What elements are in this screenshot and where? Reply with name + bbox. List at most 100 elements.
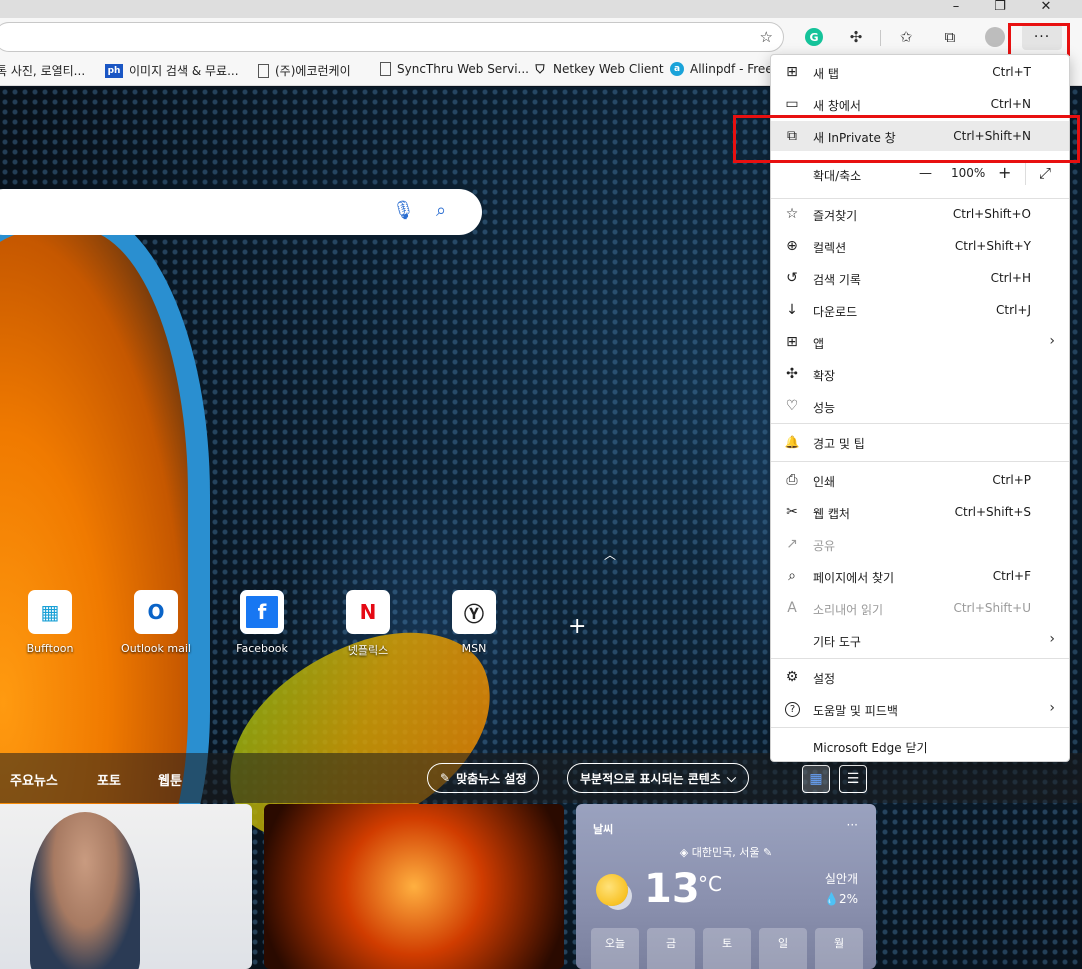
more-options-icon[interactable]: ··· (847, 818, 858, 832)
menu-item-label: 즐겨찾기 (813, 209, 858, 223)
profile-button[interactable] (982, 24, 1008, 50)
menu-item-label: 성능 (813, 401, 836, 415)
help-icon: ? (785, 702, 800, 717)
zoom-in-button[interactable]: + (998, 163, 1011, 182)
menu-item-performance[interactable]: ♡ 성능 (771, 391, 1069, 421)
menu-item-label: 컬렉션 (813, 241, 847, 255)
forecast-day[interactable]: 일 (759, 928, 807, 969)
new-tab-icon: ⊞ (786, 64, 798, 80)
performance-icon: ♡ (785, 398, 799, 414)
personalize-button[interactable]: ✎ 맞춤뉴스 설정 (427, 763, 540, 793)
menu-item-read-aloud[interactable]: A 소리내어 읽기 Ctrl+Shift+U (771, 593, 1069, 623)
find-icon: ⌕ (788, 568, 796, 584)
favorite-label: 톡 사진, 로열티... (0, 64, 86, 78)
news-card-2[interactable] (264, 804, 564, 969)
weather-title: 날씨 (593, 823, 614, 836)
highlight-inprivate-item (733, 115, 1080, 163)
quick-link-facebook[interactable]: f Facebook (222, 590, 302, 655)
favorite-link-6[interactable]: a Allinpdf - Free (670, 62, 773, 76)
minimize-button[interactable]: – (936, 0, 976, 18)
bufftoon-icon: ▦ (28, 590, 72, 634)
menu-item-new-tab[interactable]: ⊞ 새 탭 Ctrl+T (771, 57, 1069, 87)
menu-item-label: 소리내어 읽기 (813, 603, 884, 617)
content-view-dropdown[interactable]: 부분적으로 표시되는 콘텐츠 ⌵ (567, 763, 749, 793)
add-favorite-icon[interactable]: ☆ (760, 28, 773, 46)
grammarly-extension-button[interactable]: G (801, 24, 827, 50)
menu-item-share[interactable]: ↗ 공유 (771, 529, 1069, 559)
menu-separator (771, 658, 1069, 659)
menu-item-web-capture[interactable]: ✂ 웹 캡처 Ctrl+Shift+S (771, 497, 1069, 527)
forecast-day[interactable]: 오늘 (591, 928, 639, 969)
tab-webtoon[interactable]: 웹툰 (158, 770, 182, 789)
quick-link-outlook[interactable]: O Outlook mail (116, 590, 196, 655)
quick-link-label: Facebook (236, 642, 288, 655)
favorite-link-3[interactable]: (주)에코런케이 (258, 62, 351, 79)
fullscreen-icon[interactable]: ⤢ (1039, 164, 1051, 182)
title-bar: – ❐ ✕ (0, 0, 1082, 18)
read-aloud-icon: A (787, 600, 797, 616)
history-icon: ↺ (786, 270, 798, 286)
edit-icon[interactable]: ✎ (763, 846, 772, 859)
close-window-button[interactable]: ✕ (1026, 0, 1066, 18)
weather-card[interactable]: 날씨 ··· ◈ 대한민국, 서울 ✎ 13 °C 실안개 💧2% 오늘 금 토… (576, 804, 876, 969)
menu-item-close-edge[interactable]: Microsoft Edge 닫기 (771, 731, 1069, 761)
quick-link-netflix[interactable]: N 넷플릭스 (328, 590, 408, 658)
menu-item-history[interactable]: ↺ 검색 기록 Ctrl+H (771, 263, 1069, 293)
forecast-day[interactable]: 월 (815, 928, 863, 969)
menu-item-shortcut: Ctrl+Shift+S (954, 505, 1031, 519)
chevron-up-icon[interactable]: ︿ (604, 546, 616, 563)
content-view-label: 부분적으로 표시되는 콘텐츠 (580, 771, 721, 786)
quick-link-label: Bufftoon (26, 642, 74, 655)
share-icon: ↗ (786, 536, 798, 552)
news-card-1[interactable] (0, 804, 252, 969)
apps-icon: ⊞ (786, 334, 798, 350)
menu-item-help-feedback[interactable]: ? 도움말 및 피드백 › (771, 694, 1069, 724)
msn-icon: Ⓨ (452, 590, 496, 634)
address-bar[interactable]: ☆ (0, 22, 784, 52)
print-icon: ⎙ (786, 472, 798, 488)
menu-item-label: 확대/축소 (813, 169, 862, 183)
bell-icon: 🔔 (784, 435, 800, 449)
favorite-link-4[interactable]: SyncThru Web Servi... (380, 62, 529, 76)
menu-item-shortcut: Ctrl+H (990, 271, 1031, 285)
list-view-button[interactable]: ☰ (839, 765, 867, 793)
menu-item-alerts-tips[interactable]: 🔔 경고 및 팁 (771, 427, 1069, 457)
zoom-out-button[interactable]: — (919, 166, 932, 181)
quick-link-msn[interactable]: Ⓨ MSN (434, 590, 514, 655)
quick-link-bufftoon[interactable]: ▦ Bufftoon (10, 590, 90, 655)
forecast-day[interactable]: 금 (647, 928, 695, 969)
search-box[interactable]: 🎙 ⌕ (0, 189, 482, 235)
tab-top-news[interactable]: 주요뉴스 (10, 770, 58, 789)
menu-item-print[interactable]: ⎙ 인쇄 Ctrl+P (771, 465, 1069, 495)
menu-item-find-on-page[interactable]: ⌕ 페이지에서 찾기 Ctrl+F (771, 561, 1069, 591)
favorite-link-5[interactable]: ⛉ Netkey Web Client (533, 62, 663, 77)
quick-link-label: 넷플릭스 (347, 644, 389, 657)
favorite-label: Allinpdf - Free (690, 62, 773, 76)
news-photo-person (30, 812, 140, 969)
menu-item-more-tools[interactable]: 기타 도구 › (771, 625, 1069, 655)
menu-item-label: 다운로드 (813, 305, 858, 319)
menu-item-extensions[interactable]: ✣ 확장 (771, 359, 1069, 389)
extensions-button[interactable]: ✣ (843, 24, 869, 50)
menu-item-shortcut: Ctrl+P (992, 473, 1031, 487)
menu-item-favorites[interactable]: ☆ 즐겨찾기 Ctrl+Shift+O (771, 199, 1069, 229)
forecast-day[interactable]: 토 (703, 928, 751, 969)
microphone-icon[interactable]: 🎙 (392, 200, 415, 221)
favorites-button[interactable]: ✩ (893, 24, 919, 50)
location-icon: ◈ (679, 846, 689, 859)
favorite-link-1[interactable]: 톡 사진, 로열티... (0, 62, 85, 79)
collections-button[interactable]: ⧉ (937, 24, 963, 50)
add-quick-link-button[interactable]: + (568, 614, 586, 639)
menu-item-collections[interactable]: ⊕ 컬렉션 Ctrl+Shift+Y (771, 231, 1069, 261)
weather-location: ◈ 대한민국, 서울 ✎ (576, 844, 876, 860)
tab-photo[interactable]: 포토 (97, 770, 121, 789)
favorite-link-2[interactable]: ph 이미지 검색 & 무료... (105, 62, 239, 79)
menu-item-downloads[interactable]: ↓ 다운로드 Ctrl+J (771, 295, 1069, 325)
grid-view-button[interactable]: ▦ (802, 765, 830, 793)
menu-item-settings[interactable]: ⚙ 설정 (771, 662, 1069, 692)
grammarly-icon: G (805, 28, 823, 46)
favorite-label: 이미지 검색 & 무료... (129, 64, 239, 78)
menu-item-apps[interactable]: ⊞ 앱 › (771, 327, 1069, 357)
search-icon[interactable]: ⌕ (436, 200, 446, 221)
restore-button[interactable]: ❐ (980, 0, 1020, 18)
